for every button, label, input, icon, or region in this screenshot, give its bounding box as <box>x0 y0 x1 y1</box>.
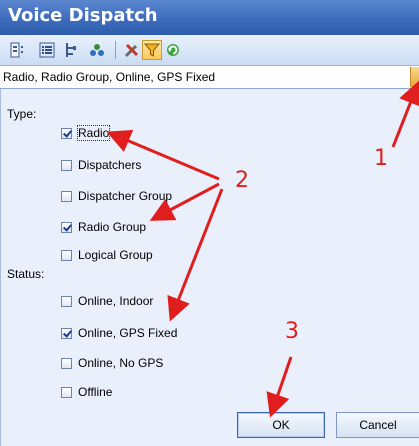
checkbox[interactable] <box>61 159 72 171</box>
hierarchy-icon <box>66 43 76 57</box>
type-section-label: Type: <box>7 107 37 121</box>
cancel-button[interactable]: Cancel <box>336 412 419 438</box>
annotation-number-3: 3 <box>285 319 299 344</box>
title-bar: Voice Dispatch <box>0 0 419 35</box>
tree-view-icon <box>10 42 23 58</box>
refresh-button[interactable] <box>163 40 183 60</box>
filter-summary-field[interactable]: Radio, Radio Group, Online, GPS Fixed <box>0 66 419 89</box>
annotation-number-2: 2 <box>235 168 249 193</box>
option-label: Online, No GPS <box>78 356 164 370</box>
filter-summary-text: Radio, Radio Group, Online, GPS Fixed <box>3 70 216 84</box>
option-label: Online, GPS Fixed <box>78 326 178 340</box>
list-view-icon <box>39 42 55 58</box>
type-option-logical-group[interactable]: Logical Group <box>61 246 153 264</box>
type-option-dispatchers[interactable]: Dispatchers <box>61 156 141 174</box>
checkbox[interactable] <box>61 327 72 339</box>
type-option-radio[interactable]: Radio <box>61 124 111 142</box>
option-label: Logical Group <box>78 248 153 262</box>
type-option-dispatcher-group[interactable]: Dispatcher Group <box>61 187 172 205</box>
filter-dropdown-button[interactable] <box>410 67 419 87</box>
checkbox[interactable] <box>61 249 72 261</box>
checkbox[interactable] <box>61 190 72 202</box>
status-option-online-indoor[interactable]: Online, Indoor <box>61 292 153 310</box>
checkbox[interactable] <box>61 295 72 307</box>
checkbox[interactable] <box>61 221 72 233</box>
status-option-offline[interactable]: Offline <box>61 383 112 401</box>
filter-button[interactable] <box>142 40 162 60</box>
checkbox[interactable] <box>61 386 72 398</box>
refresh-icon <box>167 44 179 56</box>
hierarchy-button[interactable] <box>61 40 81 60</box>
option-label: Dispatcher Group <box>78 189 173 203</box>
tree-view-button[interactable] <box>8 40 28 60</box>
checkbox[interactable] <box>61 127 72 139</box>
ok-button[interactable]: OK <box>237 412 325 438</box>
status-option-online-no-gps[interactable]: Online, No GPS <box>61 354 163 372</box>
annotation-number-1: 1 <box>374 146 388 171</box>
checkbox[interactable] <box>61 357 72 369</box>
status-option-online-gps-fixed[interactable]: Online, GPS Fixed <box>61 324 177 342</box>
toolbar <box>0 35 419 66</box>
groups-button[interactable] <box>87 40 107 60</box>
window-title: Voice Dispatch <box>8 5 158 26</box>
option-label: Radio Group <box>78 220 147 234</box>
tools-button[interactable] <box>122 40 142 60</box>
tools-icon <box>124 43 139 58</box>
option-label: Offline <box>78 385 113 399</box>
groups-icon <box>90 44 104 56</box>
filter-icon <box>144 43 160 57</box>
type-option-radio-group[interactable]: Radio Group <box>61 218 146 236</box>
option-label: Online, Indoor <box>78 294 154 308</box>
status-section-label: Status: <box>7 267 45 281</box>
list-view-button[interactable] <box>37 40 57 60</box>
option-label: Dispatchers <box>78 158 142 172</box>
toolbar-separator <box>115 41 116 59</box>
option-label: Radio <box>76 125 111 141</box>
